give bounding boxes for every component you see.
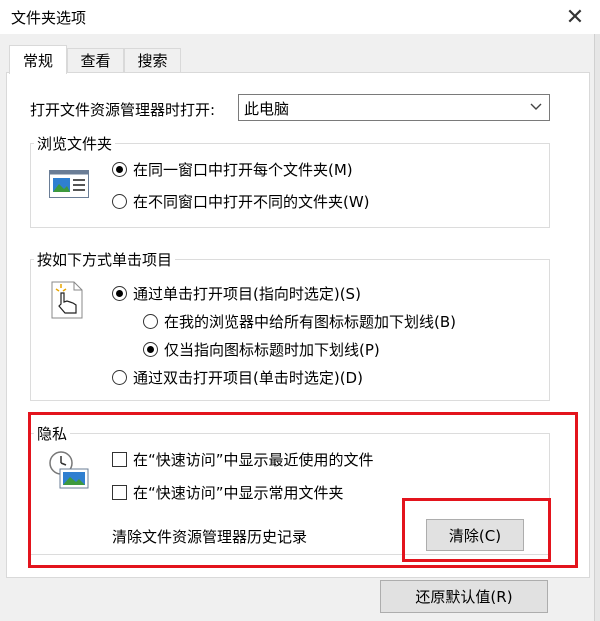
checkbox-show-frequent-folders[interactable]: [112, 485, 127, 500]
click-items-title: 按如下方式单击项目: [34, 249, 176, 270]
radio-same-window[interactable]: [112, 162, 127, 177]
radio-different-window[interactable]: [112, 194, 127, 209]
radio-double-click-label: 通过双击打开项目(单击时选定)(D): [133, 369, 363, 387]
radio-single-click-label: 通过单击打开项目(指向时选定)(S): [133, 285, 361, 303]
checkbox-show-recent-files[interactable]: [112, 452, 127, 467]
clear-history-label: 清除文件资源管理器历史记录: [112, 528, 308, 546]
radio-same-window-label: 在同一窗口中打开每个文件夹(M): [133, 161, 353, 179]
radio-underline-hover-label: 仅当指向图标标题时加下划线(P): [164, 341, 380, 359]
radio-different-window-label: 在不同窗口中打开不同的文件夹(W): [133, 193, 370, 211]
close-icon[interactable]: ✕: [555, 0, 595, 34]
folder-window-icon: [49, 170, 89, 198]
radio-underline-all-label: 在我的浏览器中给所有图标标题加下划线(B): [164, 313, 456, 331]
checkbox-show-recent-files-label: 在“快速访问”中显示最近使用的文件: [133, 451, 374, 469]
restore-defaults-button[interactable]: 还原默认值(R): [380, 580, 548, 613]
radio-underline-hover[interactable]: [143, 342, 158, 357]
recent-files-icon: [49, 451, 89, 489]
tab-search[interactable]: 搜索: [124, 48, 181, 72]
open-with-dropdown[interactable]: 此电脑: [238, 94, 550, 121]
tab-view-label: 查看: [80, 52, 111, 70]
privacy-title: 隐私: [34, 423, 71, 444]
background-window-edge: [594, 34, 600, 621]
tab-general[interactable]: 常规: [9, 45, 67, 74]
tab-view[interactable]: 查看: [67, 48, 124, 72]
radio-single-click[interactable]: [112, 286, 127, 301]
tab-search-label: 搜索: [137, 52, 168, 70]
radio-double-click[interactable]: [112, 370, 127, 385]
browse-folders-title: 浏览文件夹: [34, 133, 116, 154]
clear-button-label: 清除(C): [448, 526, 502, 545]
restore-defaults-label: 还原默认值(R): [415, 588, 513, 606]
radio-underline-all[interactable]: [143, 314, 158, 329]
clear-button[interactable]: 清除(C): [426, 519, 524, 551]
tab-general-label: 常规: [22, 51, 53, 70]
chevron-down-icon: [530, 103, 542, 110]
hand-pointer-icon: [51, 281, 83, 319]
open-with-value: 此电脑: [244, 100, 290, 118]
title-bar: 文件夹选项 ✕: [0, 0, 600, 34]
open-with-label: 打开文件资源管理器时打开:: [30, 101, 216, 119]
browse-folders-group: [30, 143, 550, 228]
checkbox-show-frequent-folders-label: 在“快速访问”中显示常用文件夹: [133, 484, 344, 502]
window-title: 文件夹选项: [11, 9, 87, 27]
